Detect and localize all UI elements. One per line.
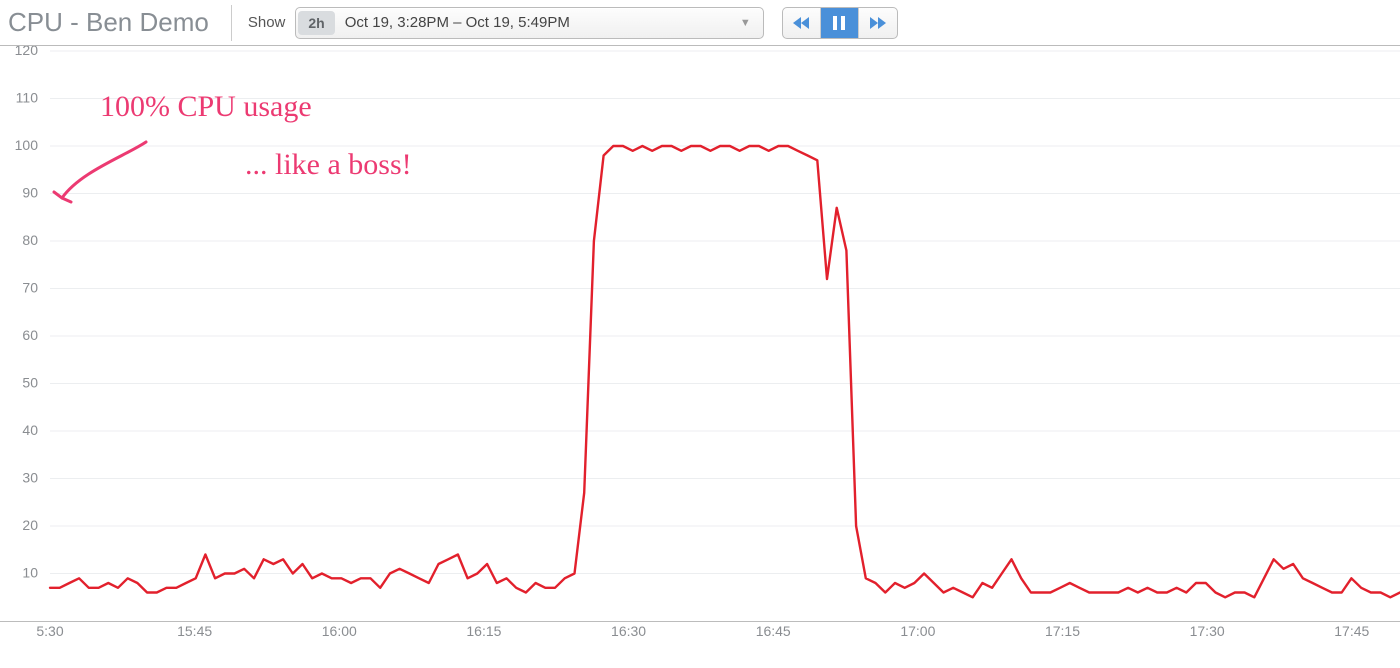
rewind-icon	[793, 17, 809, 29]
header-bar: CPU - Ben Demo Show 2h Oct 19, 3:28PM – …	[0, 0, 1400, 46]
time-range-dropdown[interactable]: 2h Oct 19, 3:28PM – Oct 19, 5:49PM ▼	[295, 7, 763, 39]
svg-text:90: 90	[22, 185, 38, 201]
svg-text:16:30: 16:30	[611, 623, 646, 639]
svg-text:17:45: 17:45	[1334, 623, 1369, 639]
svg-text:80: 80	[22, 232, 38, 248]
chevron-down-icon: ▼	[730, 17, 761, 29]
pause-icon	[833, 16, 845, 30]
chart-area: 10 20 30 40 50 60 70 80 90 100 110 120 5:30 15:45 16:0…	[0, 46, 1400, 663]
rewind-button[interactable]	[783, 8, 821, 38]
svg-text:16:45: 16:45	[756, 623, 791, 639]
time-range-text: Oct 19, 3:28PM – Oct 19, 5:49PM	[345, 14, 730, 31]
svg-text:20: 20	[22, 517, 38, 533]
svg-text:60: 60	[22, 327, 38, 343]
show-label: Show	[248, 14, 286, 31]
svg-text:30: 30	[22, 470, 38, 486]
svg-text:100: 100	[15, 137, 39, 153]
forward-icon	[870, 17, 886, 29]
forward-button[interactable]	[859, 8, 897, 38]
divider	[231, 5, 232, 41]
svg-text:120: 120	[15, 46, 39, 58]
svg-text:70: 70	[22, 280, 38, 296]
svg-text:40: 40	[22, 422, 38, 438]
svg-text:16:15: 16:15	[466, 623, 501, 639]
svg-text:15:45: 15:45	[177, 623, 212, 639]
page-title: CPU - Ben Demo	[8, 7, 209, 38]
svg-text:17:30: 17:30	[1190, 623, 1225, 639]
pause-button[interactable]	[821, 8, 859, 38]
time-window-badge: 2h	[298, 11, 334, 35]
svg-text:5:30: 5:30	[36, 623, 63, 639]
svg-text:16:00: 16:00	[322, 623, 357, 639]
svg-text:50: 50	[22, 375, 38, 391]
playback-controls	[782, 7, 898, 39]
svg-text:17:00: 17:00	[900, 623, 935, 639]
svg-text:10: 10	[22, 565, 38, 581]
cpu-line-chart[interactable]: 10 20 30 40 50 60 70 80 90 100 110 120 5:30 15:45 16:0…	[0, 46, 1400, 663]
svg-text:17:15: 17:15	[1045, 623, 1080, 639]
svg-text:110: 110	[16, 90, 39, 106]
